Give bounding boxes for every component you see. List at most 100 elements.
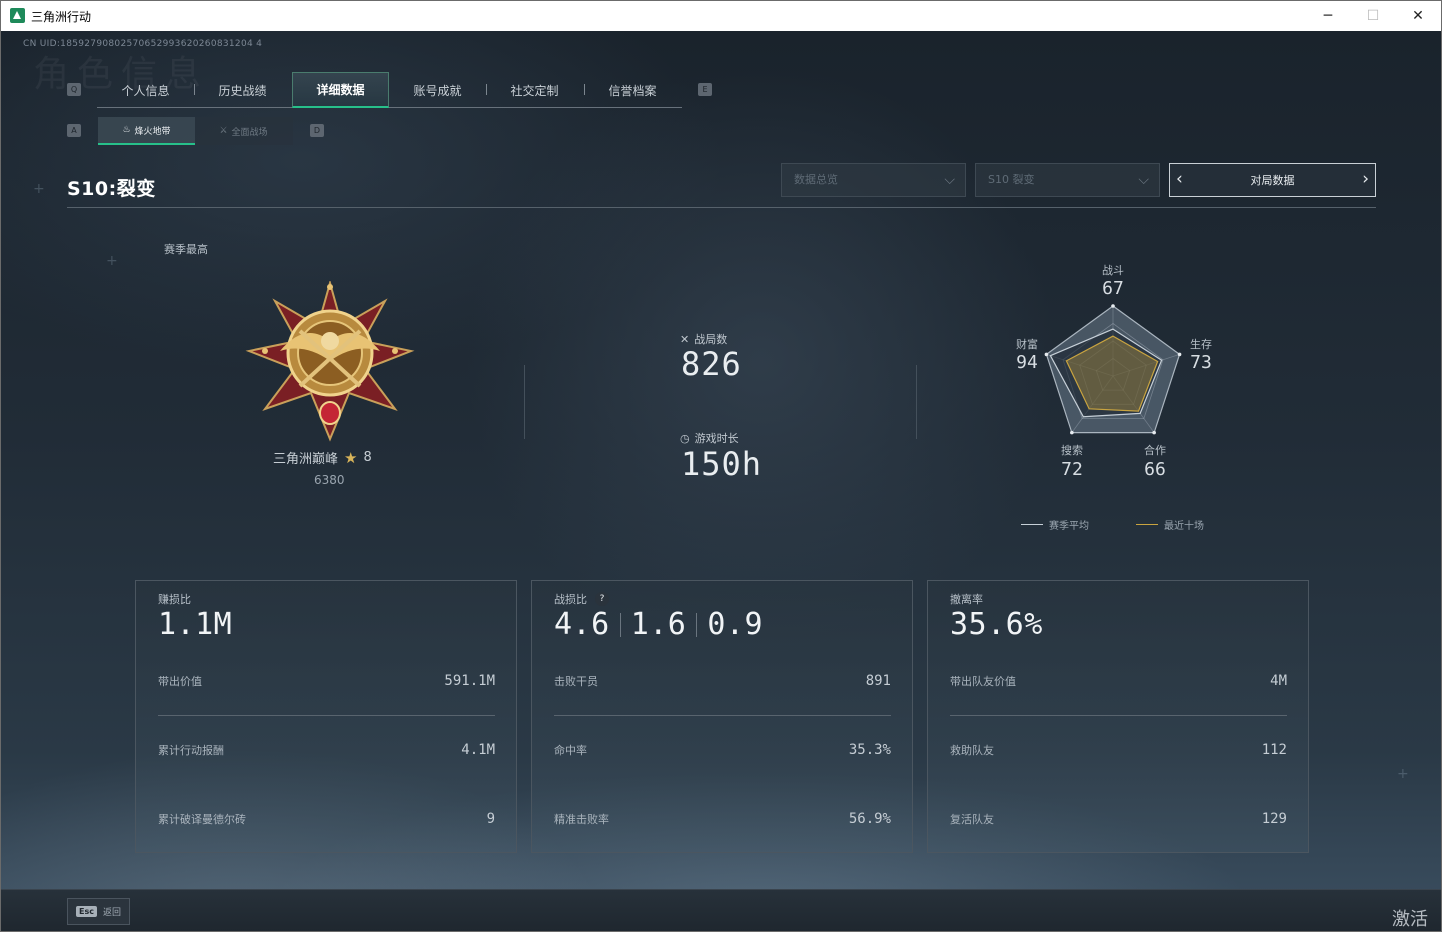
stat-value: 35.3% <box>848 742 891 758</box>
stat-row: 带出价值 591.1M <box>158 673 495 693</box>
match-data-button[interactable]: ‹ 对局数据 › <box>1169 163 1376 197</box>
key-hint-e: E <box>698 83 712 96</box>
card-title: 赚损比 <box>158 593 191 606</box>
key-hint-q: Q <box>67 83 81 96</box>
stat-row: 带出队友价值 4M <box>950 673 1287 693</box>
kd-value-2: 1.6 <box>630 607 687 642</box>
row-divider <box>554 715 891 716</box>
radar-vertex-point <box>1070 430 1074 435</box>
subtab-label: 全面战场 <box>231 127 268 138</box>
value-divider <box>619 613 621 637</box>
row-divider <box>158 715 495 716</box>
hazard-zone-icon: ♨ <box>122 125 131 135</box>
mode-subnav: ♨ 烽火地带 ⚔ 全面战场 <box>98 117 293 145</box>
section-divider <box>916 365 917 439</box>
title-bar: 三角洲行动 ─ ☐ ✕ <box>1 1 1441 31</box>
legend-recent-ten: 最近十场 <box>1136 517 1204 532</box>
tab-detailed-data[interactable]: 详细数据 <box>292 72 389 108</box>
season-title: S10:裂变 <box>67 178 156 200</box>
card-title-row: 战损比 ? <box>554 591 609 607</box>
radar-label-survival: 生存 <box>1190 338 1212 351</box>
app-window: 三角洲行动 ─ ☐ ✕ CN UID:185927908025706529936… <box>0 0 1442 932</box>
card-title: 撤离率 <box>950 593 983 606</box>
stat-value: 56.9% <box>848 811 891 827</box>
card-title: 战损比 <box>554 593 587 606</box>
stat-label: 累计行动报酬 <box>158 744 224 757</box>
value-divider <box>696 613 698 637</box>
back-button[interactable]: Esc 返回 <box>67 898 130 925</box>
subtab-hazard-zone[interactable]: ♨ 烽火地带 <box>98 117 195 145</box>
stat-value: 4M <box>1270 673 1287 689</box>
stat-label: 命中率 <box>554 744 587 757</box>
card-big-value: 4.6 1.6 0.9 <box>554 607 763 642</box>
game-viewport: CN UID:18592790802570652993620260831204 … <box>1 31 1441 931</box>
rank-stars: 8 <box>363 450 372 465</box>
legend-swatch <box>1136 524 1158 525</box>
stat-row: 击败干员 891 <box>554 673 891 693</box>
header-divider <box>67 207 1376 208</box>
rank-name-row: 三角洲巅峰 ★ 8 <box>273 448 372 468</box>
data-overview-dropdown[interactable]: 数据总览 ⌵ <box>781 163 966 197</box>
radar-vertex-point <box>1111 304 1115 308</box>
stat-row: 命中率 35.3% <box>554 742 891 762</box>
radar-value-survival: 73 <box>1190 352 1212 373</box>
playtime-label: 游戏时长 <box>694 432 739 445</box>
legend-label: 赛季平均 <box>1049 521 1089 532</box>
kd-value-1: 4.6 <box>554 607 610 642</box>
tab-match-history[interactable]: 历史战绩 <box>194 72 291 108</box>
close-button[interactable]: ✕ <box>1395 1 1441 31</box>
stat-row: 精准击败率 56.9% <box>554 811 891 831</box>
subtab-warfare[interactable]: ⚔ 全面战场 <box>195 117 292 145</box>
playtime-label-row: ◷ 游戏时长 <box>680 430 739 446</box>
stat-label: 带出价值 <box>158 675 202 688</box>
legend-label: 最近十场 <box>1164 521 1204 532</box>
maximize-button[interactable]: ☐ <box>1350 1 1396 31</box>
match-data-label: 对局数据 <box>1250 174 1295 187</box>
tab-achievements[interactable]: 账号成就 <box>389 72 486 108</box>
crosshair-decoration-icon: + <box>1397 766 1409 782</box>
stat-row: 累计破译曼德尔砖 9 <box>158 811 495 831</box>
tab-social-custom[interactable]: 社交定制 <box>486 72 583 108</box>
radar-value-wealth: 94 <box>1016 352 1038 373</box>
profit-loss-card: 赚损比 1.1M 带出价值 591.1M 累计行动报酬 4.1M 累计破译曼德尔… <box>135 580 517 853</box>
key-hint-a: A <box>67 124 81 137</box>
radar-value-teamwork: 66 <box>1144 459 1166 480</box>
legend-season-avg: 赛季平均 <box>1021 517 1089 532</box>
radar-label-wealth: 财富 <box>1016 338 1038 351</box>
crossed-swords-icon: ✕ <box>680 332 690 346</box>
stat-label: 复活队友 <box>950 813 994 826</box>
radar-value-search: 72 <box>1061 459 1083 480</box>
radar-label-search: 搜索 <box>1061 444 1083 457</box>
row-divider <box>950 715 1287 716</box>
stat-value: 112 <box>1261 742 1287 758</box>
season-dropdown[interactable]: S10 裂变 ⌵ <box>975 163 1160 197</box>
back-label: 返回 <box>102 908 121 918</box>
stat-value: 4.1M <box>461 742 495 758</box>
chevron-right-icon[interactable]: › <box>1362 169 1369 189</box>
app-logo-icon <box>10 8 25 23</box>
star-icon: ★ <box>344 448 358 467</box>
stat-label: 带出队友价值 <box>950 675 1016 688</box>
chevron-down-icon: ⌵ <box>1138 172 1149 188</box>
stat-row: 复活队友 129 <box>950 811 1287 831</box>
kd-value-3: 0.9 <box>707 607 764 642</box>
key-hint-d: D <box>310 124 324 137</box>
radar-label-teamwork: 合作 <box>1144 444 1166 457</box>
subtab-label: 烽火地带 <box>134 126 171 137</box>
section-divider <box>524 365 525 439</box>
activation-watermark: 激活 <box>1392 909 1428 930</box>
esc-key-icon: Esc <box>76 906 97 917</box>
help-icon[interactable]: ? <box>595 592 609 606</box>
rank-medal-icon <box>245 281 415 442</box>
window-title: 三角洲行动 <box>31 10 92 24</box>
tab-personal-info[interactable]: 个人信息 <box>97 72 194 108</box>
minimize-button[interactable]: ─ <box>1305 1 1351 31</box>
tab-credit-record[interactable]: 信誉档案 <box>584 72 681 108</box>
stat-label: 救助队友 <box>950 744 994 757</box>
crosshair-decoration-icon: + <box>33 181 45 197</box>
legend-swatch <box>1021 524 1043 525</box>
kill-death-card: 战损比 ? 4.6 1.6 0.9 击败干员 891 命中率 35.3% 精准击败率… <box>531 580 913 853</box>
rank-name: 三角洲巅峰 <box>273 452 339 467</box>
chevron-left-icon[interactable]: ‹ <box>1176 169 1183 189</box>
radar-vertex-point <box>1152 430 1156 435</box>
